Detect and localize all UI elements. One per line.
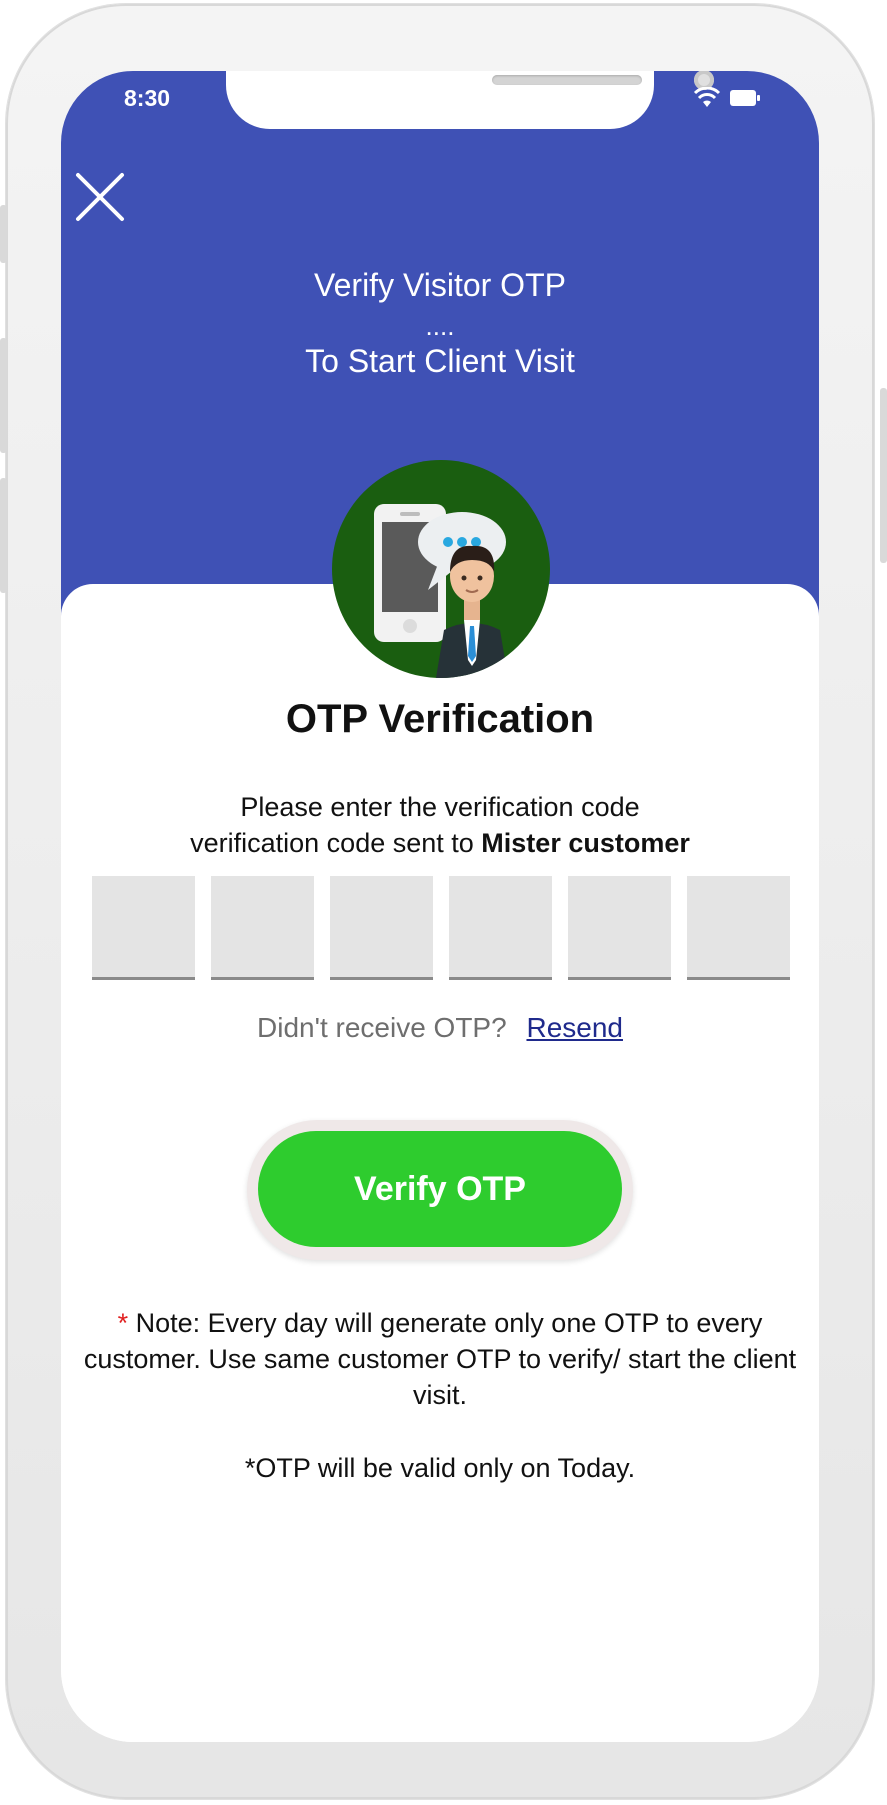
phone-screen: 8:30 Verify Visitor OTP .... To Start Cl… bbox=[61, 71, 819, 1742]
otp-description-line1: Please enter the verification code bbox=[240, 792, 640, 822]
wifi-icon bbox=[693, 87, 721, 107]
otp-description: Please enter the verification code verif… bbox=[61, 789, 819, 861]
otp-illustration bbox=[332, 460, 550, 678]
side-button-left-2 bbox=[0, 338, 7, 453]
close-button[interactable] bbox=[75, 172, 125, 222]
otp-digit-input-1[interactable] bbox=[92, 876, 195, 980]
header-title-line3: To Start Client Visit bbox=[305, 343, 575, 379]
side-button-left-3 bbox=[0, 478, 7, 593]
otp-title: OTP Verification bbox=[285, 697, 595, 741]
otp-recipient: Mister customer bbox=[481, 828, 690, 858]
note-asterisk: * bbox=[117, 1308, 129, 1338]
otp-digit-input-6[interactable] bbox=[687, 876, 790, 980]
notch bbox=[226, 71, 714, 129]
close-icon bbox=[76, 173, 124, 221]
resend-link[interactable]: Resend bbox=[526, 1012, 623, 1043]
otp-digit-input-4[interactable] bbox=[449, 876, 552, 980]
otp-note: * Note: Every day will generate only one… bbox=[81, 1305, 799, 1413]
otp-digit-input-3[interactable] bbox=[330, 876, 433, 980]
note-text: Note: Every day will generate only one O… bbox=[83, 1308, 797, 1410]
otp-description-line2: verification code sent to Mister custome… bbox=[61, 825, 819, 861]
speaker-grille bbox=[492, 75, 642, 85]
otp-digit-input-2[interactable] bbox=[211, 876, 314, 980]
verify-otp-button[interactable]: Verify OTP bbox=[258, 1131, 622, 1247]
status-time: 8:30 bbox=[124, 85, 171, 111]
battery-icon bbox=[730, 90, 760, 106]
resend-row: Didn't receive OTP? Resend bbox=[61, 1012, 819, 1044]
header-title-line1: Verify Visitor OTP bbox=[314, 267, 566, 303]
businessman-illustration bbox=[436, 545, 508, 678]
header-title-dots: .... bbox=[425, 311, 455, 341]
side-button-right bbox=[880, 388, 887, 563]
otp-input-group bbox=[92, 876, 790, 982]
otp-digit-input-5[interactable] bbox=[568, 876, 671, 980]
resend-question: Didn't receive OTP? bbox=[257, 1012, 507, 1043]
otp-description-prefix: verification code sent to bbox=[190, 828, 482, 858]
status-icons bbox=[693, 85, 773, 111]
side-button-left-1 bbox=[0, 205, 7, 263]
otp-validity-note: *OTP will be valid only on Today. bbox=[244, 1453, 636, 1483]
